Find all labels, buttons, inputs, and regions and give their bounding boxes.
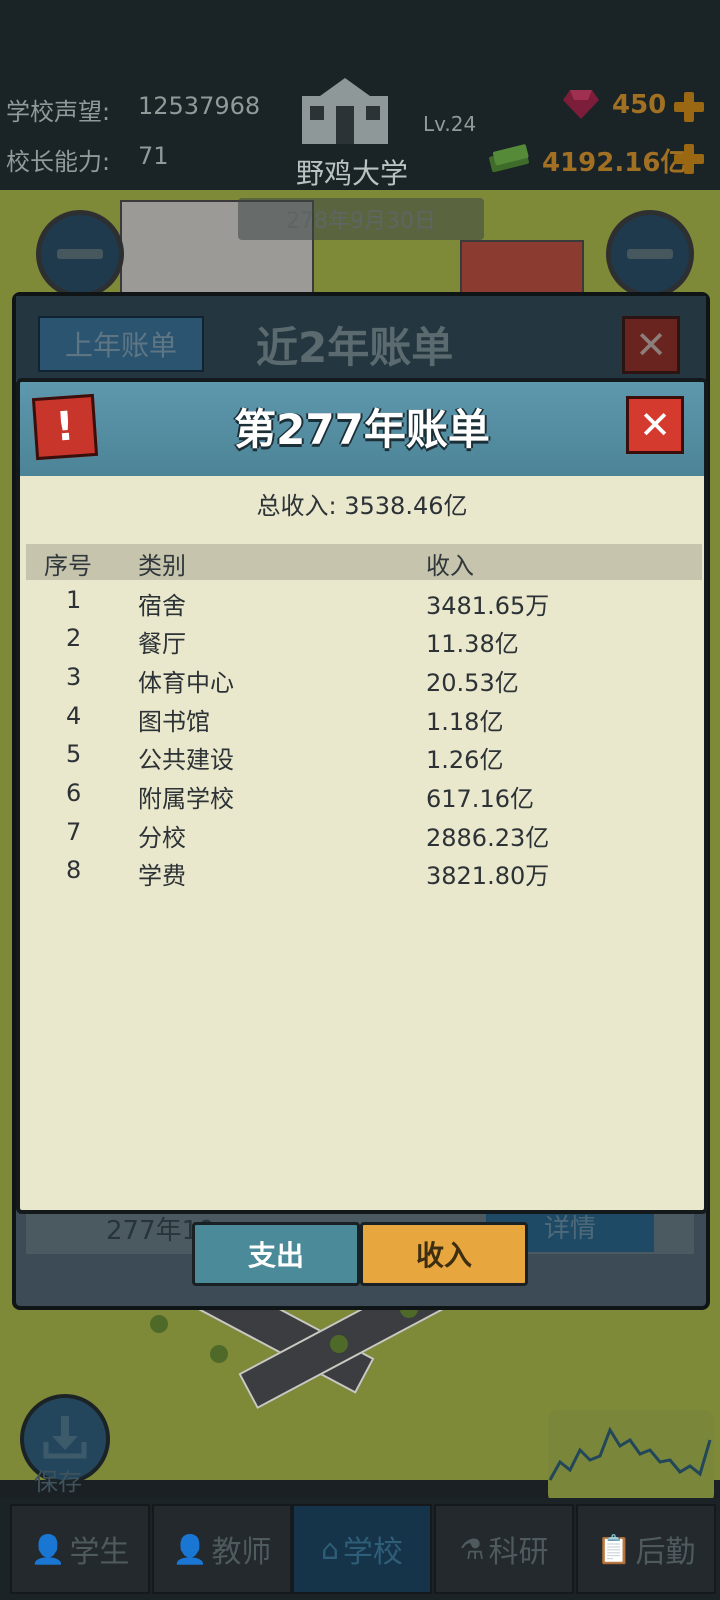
year-bill-dialog: ! 第277年账单 ✕ 总收入: 3538.46亿 序号 类别 收入 1 宿舍 … [16, 378, 708, 1214]
top-status-bar: 学校声望: 12537968 校长能力: 71 Lv.24 野鸡大学 450 4… [0, 0, 720, 190]
row-no: 7 [66, 818, 82, 846]
teacher-icon: 👤 [172, 1532, 208, 1566]
row-no: 2 [66, 624, 82, 652]
reputation-trend-chart[interactable] [548, 1410, 714, 1504]
dialog-title: 第277年账单 [234, 405, 490, 454]
header-category: 类别 [138, 552, 186, 580]
nav-school[interactable]: ⌂ 学校 [292, 1504, 432, 1594]
clipboard-icon: 📋 [596, 1532, 632, 1566]
row-category: 学费 [138, 862, 186, 890]
ability-value: 71 [138, 142, 169, 170]
row-no: 6 [66, 779, 82, 807]
tree [330, 1335, 348, 1353]
previous-year-bill-button[interactable]: 上年账单 [38, 316, 204, 372]
flask-icon: ⚗ [459, 1532, 485, 1566]
row-category: 公共建设 [138, 746, 234, 774]
nav-students-label: 学生 [69, 1535, 130, 1570]
row-no: 8 [66, 856, 82, 884]
row-category: 宿舍 [138, 592, 186, 620]
building [460, 240, 584, 294]
nav-teachers[interactable]: 👤 教师 [152, 1504, 292, 1594]
nav-teachers-label: 教师 [211, 1535, 272, 1570]
income-tab[interactable]: 收入 [360, 1222, 528, 1286]
row-category: 附属学校 [138, 785, 234, 813]
header-no: 序号 [44, 552, 92, 580]
row-no: 4 [66, 702, 82, 730]
header-income: 收入 [426, 552, 474, 580]
row-category: 分校 [138, 824, 186, 852]
row-category: 餐厅 [138, 630, 186, 658]
download-icon [43, 1416, 87, 1459]
table-row: 3 体育中心 20.53亿 [26, 663, 702, 701]
add-gems-plus-icon[interactable] [672, 90, 706, 124]
nav-research-label: 科研 [488, 1535, 549, 1570]
nav-logistics-label: 后勤 [635, 1535, 696, 1570]
total-income-label: 总收入: [256, 492, 337, 520]
trend-line [548, 1426, 712, 1481]
table-header: 序号 类别 收入 [26, 544, 702, 580]
ability-label: 校长能力: [6, 148, 111, 176]
gem-count: 450 [612, 90, 667, 120]
student-icon: 👤 [30, 1532, 66, 1566]
school-level: Lv.24 [423, 112, 477, 136]
row-no: 1 [66, 586, 82, 614]
expense-tab[interactable]: 支出 [192, 1222, 360, 1286]
row-no: 5 [66, 740, 82, 768]
reputation-value: 12537968 [138, 92, 261, 120]
table-row: 6 附属学校 617.16亿 [26, 779, 702, 817]
row-income: 3481.65万 [426, 592, 550, 620]
close-icon: ✕ [635, 323, 667, 367]
row-income: 617.16亿 [426, 785, 534, 813]
row-category: 体育中心 [138, 669, 234, 697]
table-row: 5 公共建设 1.26亿 [26, 740, 702, 778]
table-row: 4 图书馆 1.18亿 [26, 702, 702, 740]
row-income: 2886.23亿 [426, 824, 550, 852]
school-name: 野鸡大学 [296, 157, 409, 190]
table-row: 8 学费 3821.80万 [26, 856, 702, 894]
zoom-out-button[interactable] [36, 210, 124, 298]
zoom-out-right-button[interactable] [606, 210, 694, 298]
row-income: 20.53亿 [426, 669, 519, 697]
cash-icon [489, 144, 529, 172]
row-no: 3 [66, 663, 82, 691]
row-category: 图书馆 [138, 708, 210, 736]
nav-students[interactable]: 👤 学生 [10, 1504, 150, 1594]
table-row: 2 餐厅 11.38亿 [26, 624, 702, 662]
tree [150, 1315, 168, 1333]
add-money-plus-icon[interactable] [672, 142, 706, 176]
school-building-icon[interactable] [300, 76, 390, 146]
table-row: 1 宿舍 3481.65万 [26, 586, 702, 624]
total-income: 总收入: 3538.46亿 [20, 486, 704, 521]
game-date: 278年9月30日 [238, 198, 484, 240]
close-icon: ✕ [639, 403, 671, 447]
outer-panel-title: 近2年账单 [256, 323, 454, 372]
outer-close-button[interactable]: ✕ [622, 316, 680, 374]
close-button[interactable]: ✕ [626, 396, 684, 454]
row-income: 3821.80万 [426, 862, 550, 890]
nav-school-label: 学校 [342, 1535, 403, 1570]
table-row: 7 分校 2886.23亿 [26, 818, 702, 856]
bottom-nav-bar: 👤 学生 👤 教师 ⌂ 学校 ⚗ 科研 📋 后勤 [0, 1498, 720, 1600]
nav-research[interactable]: ⚗ 科研 [434, 1504, 574, 1594]
total-income-value: 3538.46亿 [344, 492, 468, 520]
save-label: 保存 [34, 1468, 82, 1496]
reputation-label: 学校声望: [6, 98, 111, 126]
gem-icon [563, 90, 599, 119]
row-income: 11.38亿 [426, 630, 519, 658]
row-income: 1.18亿 [426, 708, 504, 736]
tree [210, 1345, 228, 1363]
money-amount: 4192.16亿 [542, 148, 687, 178]
row-income: 1.26亿 [426, 746, 504, 774]
nav-logistics[interactable]: 📋 后勤 [576, 1504, 716, 1594]
school-icon: ⌂ [321, 1532, 339, 1566]
